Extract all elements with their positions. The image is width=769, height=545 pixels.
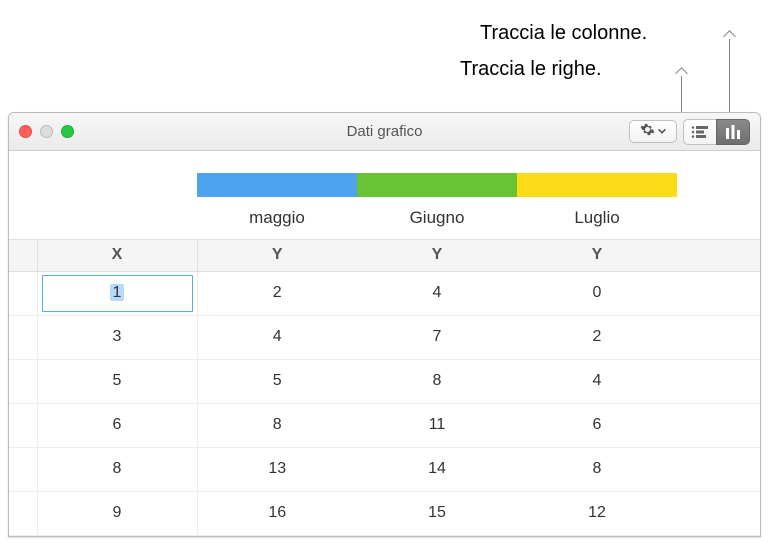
data-cell[interactable]: 7 xyxy=(357,315,517,359)
series-color-2[interactable] xyxy=(357,173,517,197)
axis-label-y-3: Y xyxy=(517,239,677,271)
data-cell[interactable]: 2 xyxy=(197,271,357,315)
callout-track-columns: Traccia le colonne. xyxy=(480,22,647,45)
minimize-window-button[interactable] xyxy=(40,125,53,138)
close-window-button[interactable] xyxy=(19,125,32,138)
callout-track-rows: Traccia le righe. xyxy=(460,58,602,81)
titlebar[interactable]: Dati grafico xyxy=(9,113,760,151)
columns-icon xyxy=(724,125,742,139)
data-cell[interactable]: 8 xyxy=(357,359,517,403)
data-cell[interactable]: 13 xyxy=(197,447,357,491)
data-cell[interactable]: 4 xyxy=(197,315,357,359)
data-cell[interactable]: 2 xyxy=(517,315,677,359)
chevron-down-icon xyxy=(657,123,667,140)
zoom-window-button[interactable] xyxy=(61,125,74,138)
column-header-3[interactable]: Luglio xyxy=(517,197,677,239)
chart-data-window: Dati grafico xyxy=(8,112,761,537)
data-cell[interactable]: 4 xyxy=(357,271,517,315)
data-cell[interactable]: 8 xyxy=(37,447,197,491)
data-cell[interactable]: 0 xyxy=(517,271,677,315)
data-cell[interactable]: 4 xyxy=(517,359,677,403)
data-cell[interactable]: 6 xyxy=(37,403,197,447)
data-cell[interactable]: 1 xyxy=(37,271,197,315)
data-table: maggio Giugno Luglio X Y Y Y 1 2 4 0 3 4… xyxy=(9,151,760,536)
data-cell[interactable]: 5 xyxy=(197,359,357,403)
data-cell[interactable]: 5 xyxy=(37,359,197,403)
rows-icon xyxy=(691,125,709,139)
column-header-1[interactable]: maggio xyxy=(197,197,357,239)
data-cell[interactable]: 8 xyxy=(517,447,677,491)
data-cell[interactable]: 12 xyxy=(517,491,677,535)
axis-label-y-1: Y xyxy=(197,239,357,271)
settings-dropdown[interactable] xyxy=(629,120,677,143)
plot-columns-button[interactable] xyxy=(716,119,750,145)
data-cell[interactable]: 3 xyxy=(37,315,197,359)
gear-icon xyxy=(640,122,655,141)
data-cell[interactable]: 16 xyxy=(197,491,357,535)
axis-label-x: X xyxy=(37,239,197,271)
axis-label-y-2: Y xyxy=(357,239,517,271)
data-cell[interactable]: 8 xyxy=(197,403,357,447)
plot-rows-button[interactable] xyxy=(683,119,717,145)
column-header-2[interactable]: Giugno xyxy=(357,197,517,239)
series-color-3[interactable] xyxy=(517,173,677,197)
data-cell[interactable]: 9 xyxy=(37,491,197,535)
data-cell[interactable]: 11 xyxy=(357,403,517,447)
data-cell[interactable]: 15 xyxy=(357,491,517,535)
series-color-1[interactable] xyxy=(197,173,357,197)
data-cell[interactable]: 14 xyxy=(357,447,517,491)
data-cell[interactable]: 6 xyxy=(517,403,677,447)
traffic-lights xyxy=(19,125,74,138)
callouts: Traccia le colonne. Traccia le righe. xyxy=(0,0,769,115)
